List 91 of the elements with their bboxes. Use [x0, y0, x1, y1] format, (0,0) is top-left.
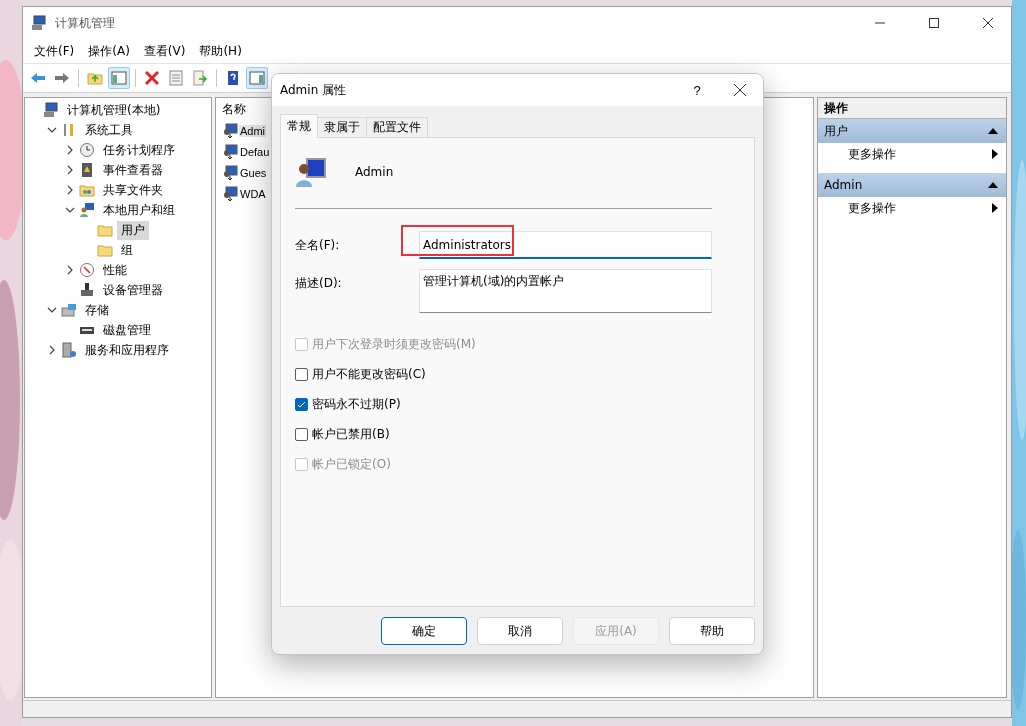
menu-item[interactable]: 文件(F) [27, 42, 82, 60]
expand-chevron-icon[interactable] [65, 185, 75, 195]
storage-icon [61, 302, 77, 318]
section-title: Admin [824, 178, 863, 192]
collapse-chevron-icon[interactable] [47, 305, 57, 315]
field-label: 全名(F): [295, 237, 341, 254]
user-icon [222, 164, 238, 181]
tree-item[interactable]: 事件查看器 [99, 160, 167, 180]
window-title: 计算机管理 [55, 14, 116, 32]
event-log-icon [79, 162, 95, 178]
delete-icon [144, 70, 160, 86]
tree-item[interactable]: 性能 [99, 260, 131, 280]
menu-item[interactable]: 帮助(H) [192, 42, 249, 60]
close-icon [734, 84, 746, 96]
tree-item[interactable]: 设备管理器 [99, 280, 167, 300]
services-icon [61, 342, 77, 358]
folder-icon [97, 222, 113, 238]
users-icon [79, 202, 95, 218]
tree-item[interactable]: 共享文件夹 [99, 180, 167, 200]
tree-item[interactable]: 存储 [81, 300, 113, 320]
expand-chevron-icon[interactable] [65, 145, 75, 155]
pane-icon [111, 70, 127, 86]
expand-chevron-icon[interactable] [47, 345, 57, 355]
checkbox-label: 帐户已禁用(B) [312, 425, 390, 443]
tree-item[interactable]: 用户 [117, 220, 149, 240]
checkbox-label: 密码永不过期(P) [312, 395, 401, 413]
expand-chevron-icon[interactable] [65, 165, 75, 175]
computer-icon [43, 102, 59, 118]
actions-section-header[interactable]: Admin [818, 173, 1006, 197]
properties-icon [168, 70, 184, 86]
maximize-icon [929, 18, 939, 28]
submenu-triangle-icon [992, 149, 998, 159]
checkbox[interactable] [295, 367, 308, 381]
tree-item[interactable]: 系统工具 [81, 120, 137, 140]
field-label: 描述(D): [295, 275, 343, 292]
actions-header: 操作 [824, 99, 848, 117]
tree-item[interactable]: 本地用户和组 [99, 200, 179, 220]
collapse-chevron-icon[interactable] [65, 205, 75, 215]
description-field[interactable]: 管理计算机(域)的内置帐户 [419, 269, 712, 313]
back-arrow-icon [30, 70, 46, 86]
device-icon [79, 282, 95, 298]
tree-item[interactable]: 任务计划程序 [99, 140, 179, 160]
menu-item[interactable]: 查看(V) [136, 42, 193, 60]
tree-item[interactable]: 服务和应用程序 [81, 340, 173, 360]
user-icon [222, 185, 238, 202]
checkbox[interactable] [295, 427, 308, 441]
computer-icon [31, 15, 47, 31]
list-item[interactable]: WDA [239, 187, 267, 200]
column-header[interactable]: 名称 [222, 100, 246, 118]
forward-arrow-icon [54, 70, 70, 86]
action-link[interactable]: 更多操作 [848, 199, 896, 217]
checkmark-icon [297, 399, 306, 409]
tree-item[interactable]: 组 [117, 240, 137, 260]
help-icon [225, 70, 241, 86]
checkbox-label: 用户不能更改密码(C) [312, 365, 426, 383]
tree-item[interactable]: 计算机管理(本地) [63, 100, 165, 120]
user-computer-icon [295, 156, 327, 188]
list-item[interactable]: Defau [239, 145, 271, 158]
actions-section-header[interactable]: 用户 [818, 119, 1006, 143]
shared-folder-icon [79, 182, 95, 198]
dialog-button[interactable]: 取消 [477, 617, 563, 645]
user-name: Admin [355, 165, 394, 179]
dialog-button[interactable]: 确定 [381, 617, 467, 645]
checkbox[interactable] [295, 397, 308, 411]
clock-icon [79, 142, 95, 158]
list-item[interactable]: Admi [239, 124, 267, 137]
pane-icon [249, 70, 265, 86]
collapse-chevron-icon[interactable] [47, 125, 57, 135]
pane-button[interactable] [108, 67, 130, 89]
checkbox-label: 帐户已锁定(O) [312, 455, 391, 473]
tab[interactable]: 配置文件 [366, 117, 428, 138]
export-icon [192, 70, 208, 86]
checkbox-label: 用户下次登录时须更改密码(M) [312, 335, 476, 353]
dialog-button[interactable]: 帮助 [669, 617, 755, 645]
dialog-title: Admin 属性 [280, 81, 348, 99]
help-button[interactable]: ? [677, 74, 717, 106]
folder-up-icon [87, 70, 103, 86]
submenu-triangle-icon [992, 203, 998, 213]
expand-chevron-icon[interactable] [65, 265, 75, 275]
action-link[interactable]: 更多操作 [848, 145, 896, 163]
tab[interactable]: 常规 [280, 114, 318, 138]
gauge-icon [79, 262, 95, 278]
menu-item[interactable]: 操作(A) [81, 42, 137, 60]
folder-icon [97, 242, 113, 258]
close-icon [983, 18, 993, 28]
full-name-field[interactable]: Administrators [419, 231, 712, 259]
user-icon [222, 122, 238, 139]
tree-item[interactable]: 磁盘管理 [99, 320, 155, 340]
section-title: 用户 [824, 122, 848, 140]
list-item[interactable]: Gues [239, 166, 268, 179]
user-icon [222, 143, 238, 160]
